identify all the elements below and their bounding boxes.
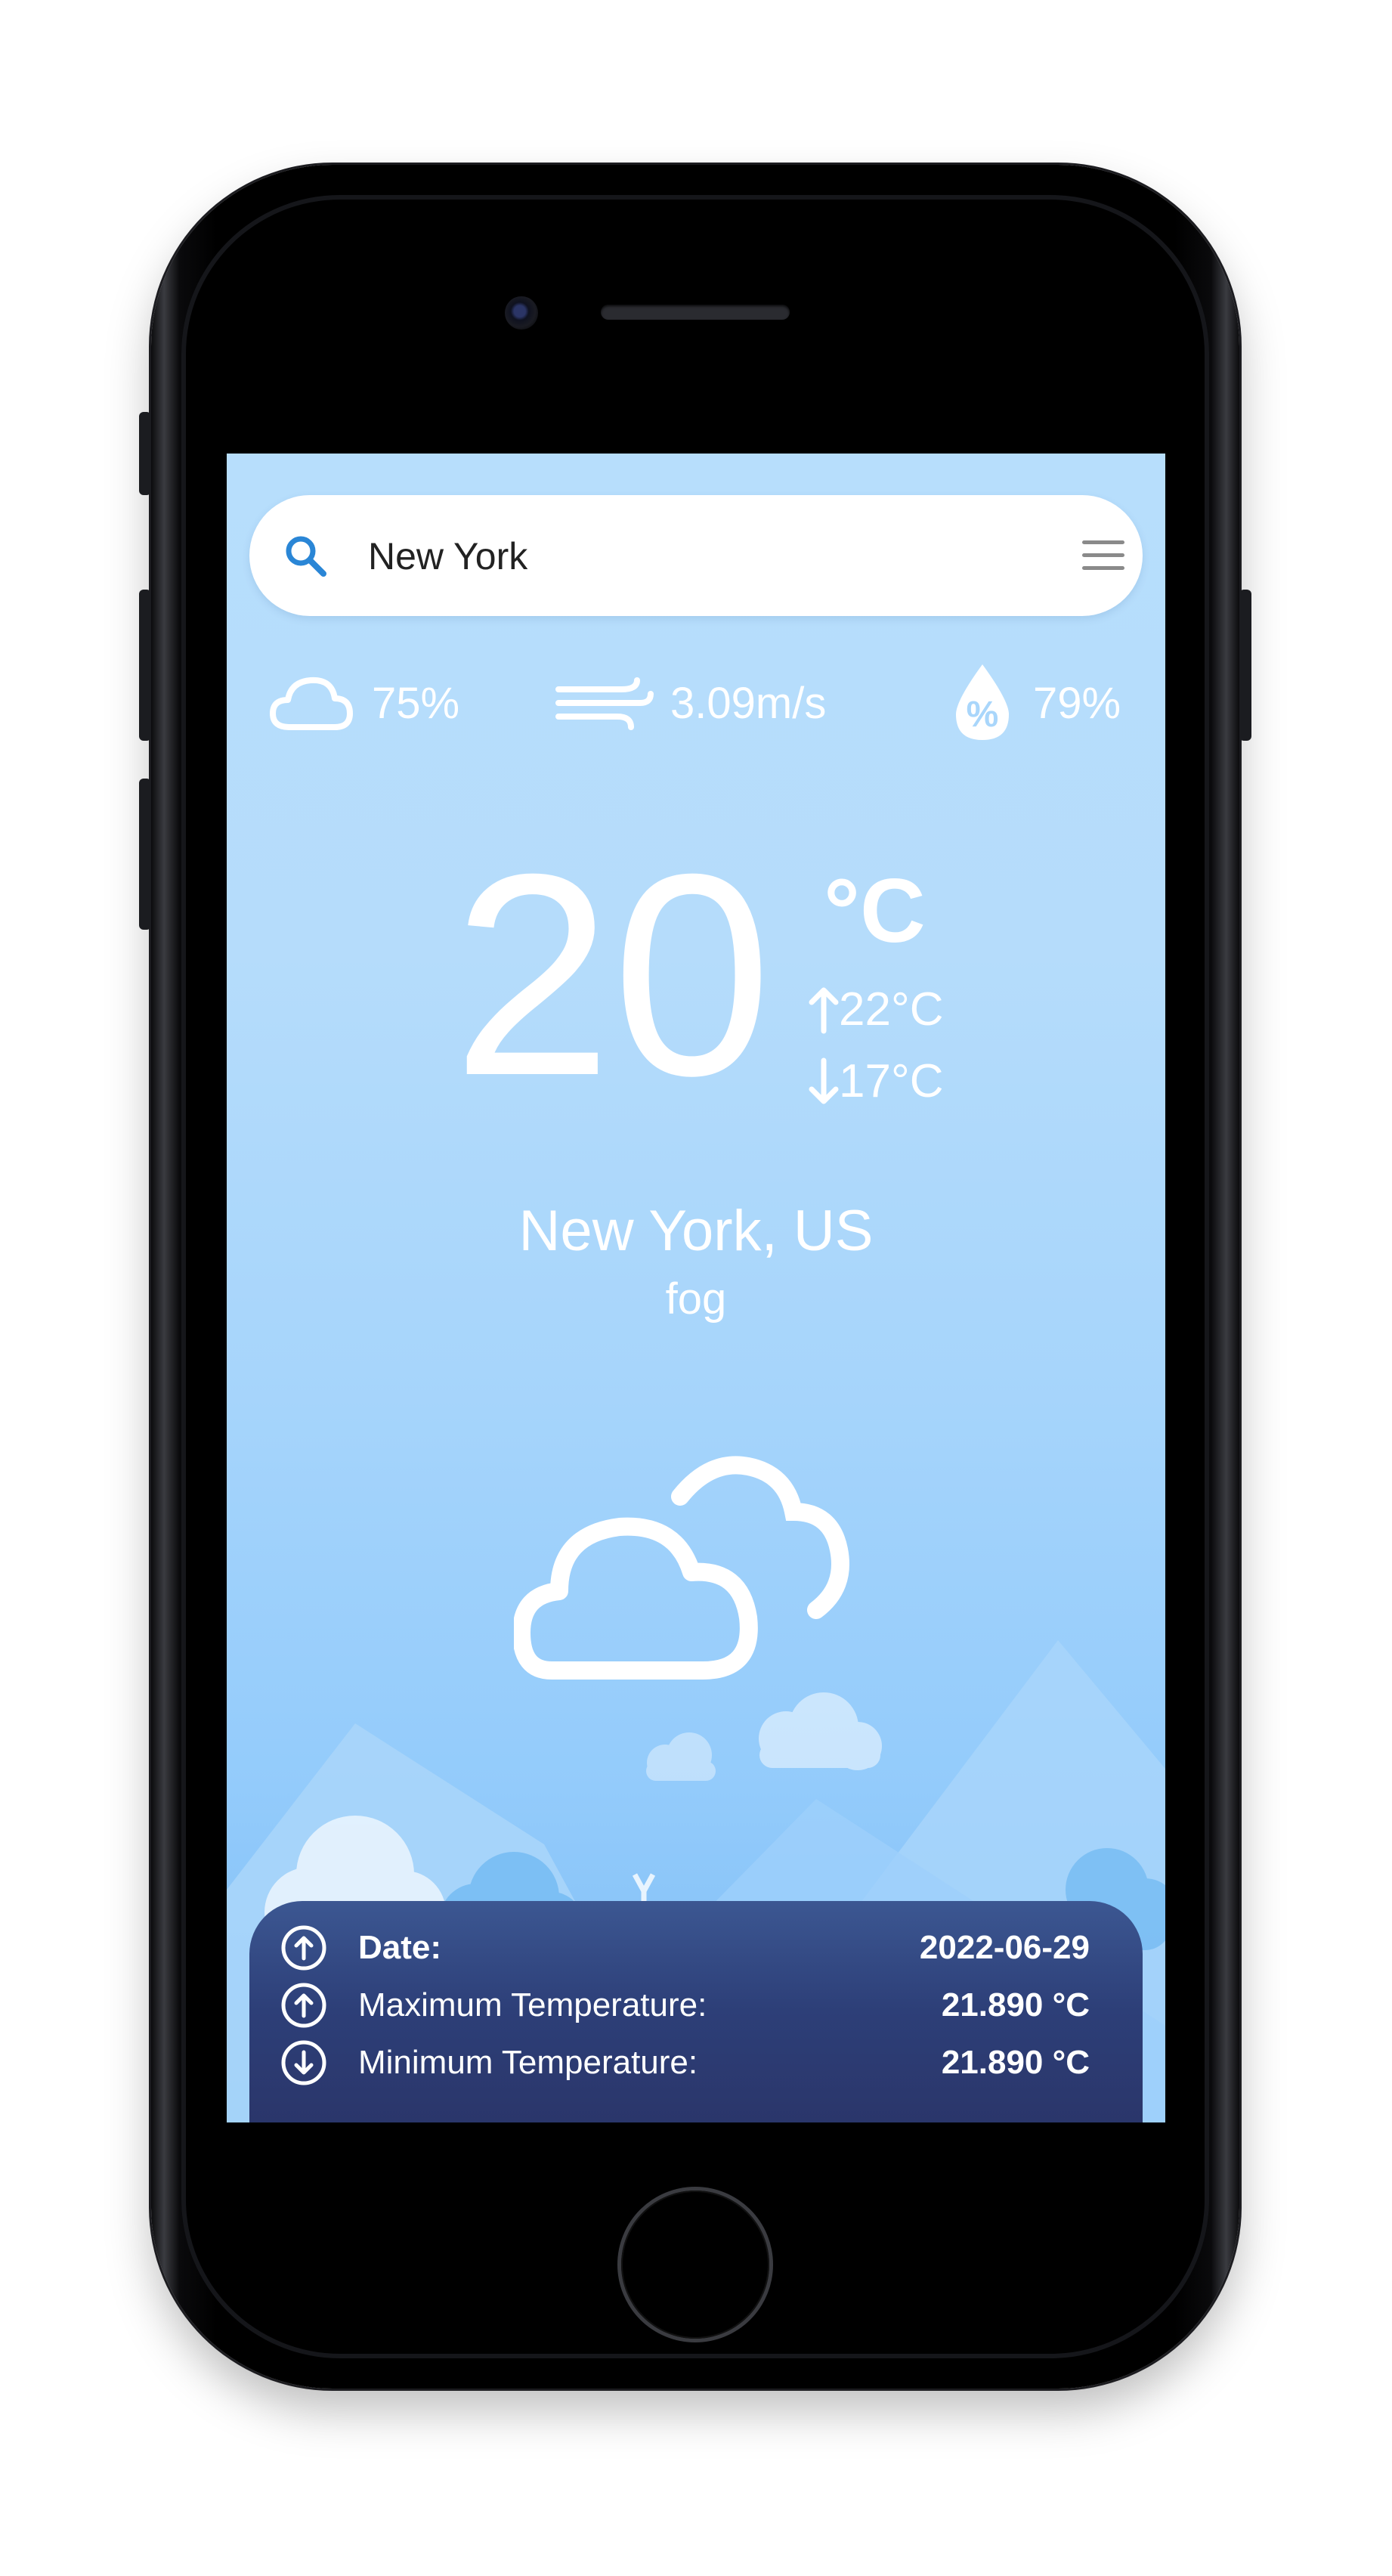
arrow-up-circle-icon [281,1925,326,1971]
detail-value-min-temp: 21.890 °C [941,2044,1090,2081]
current-temperature: 20 [452,814,772,1135]
detail-label-max-temp: Maximum Temperature: [358,1986,707,2023]
volume-down-button [139,779,151,930]
svg-text:%: % [967,695,999,735]
temperature-max: 22°C [809,983,944,1036]
temperature-unit: °C [824,860,926,961]
small-cloud-1 [759,1692,882,1770]
search-bar [249,495,1143,616]
temperature-max-value: 22°C [839,983,944,1036]
arrow-up-icon [809,987,839,1033]
humidity-drop-icon: % [956,664,1009,740]
wind-stat: 3.09m/s [555,661,826,745]
partly-cloudy-icon [514,1456,849,1680]
location-name: New York, US [518,1199,874,1263]
mute-switch [139,412,151,495]
detail-row-date: Date: 2022-06-29 [249,1921,1143,1975]
detail-row-max-temp: Maximum Temperature: 21.890 °C [249,1978,1143,2033]
weather-app-screen: 75% 3.09m/s % 79% 20 °C 22°C [227,454,1165,2122]
arrow-down-circle-icon [281,2040,326,2085]
volume-up-button [139,590,151,741]
arrow-up-circle-icon [281,1983,326,2028]
cloudiness-stat: 75% [268,661,459,745]
humidity-stat: % 79% [948,661,1121,745]
wind-icon [555,677,654,730]
weather-description: fog [665,1274,727,1324]
cloud-icon [270,677,353,730]
temperature-min: 17°C [809,1054,944,1108]
detail-value-max-temp: 21.890 °C [941,1986,1090,2023]
power-button [1239,590,1251,741]
detail-value-date: 2022-06-29 [919,1929,1090,1966]
device-mockup: 75% 3.09m/s % 79% 20 °C 22°C [0,0,1392,2576]
detail-label-date: Date: [358,1929,442,1966]
front-camera [505,296,538,330]
search-input[interactable] [367,524,974,589]
details-panel: Date: 2022-06-29 Maximum Temperature: 21… [249,1901,1143,2122]
cloudiness-value: 75% [372,678,460,728]
detail-row-min-temp: Minimum Temperature: 21.890 °C [249,2036,1143,2090]
humidity-value: 79% [1033,678,1121,728]
small-cloud-2 [646,1732,716,1781]
temperature-min-value: 17°C [839,1055,944,1107]
earpiece-speaker [601,305,790,320]
detail-label-min-temp: Minimum Temperature: [358,2044,698,2081]
wind-speed-value: 3.09m/s [670,678,827,728]
menu-icon[interactable] [1081,539,1126,572]
bird-shape [632,1873,656,1903]
home-button[interactable] [621,2191,769,2339]
arrow-down-icon [809,1057,839,1104]
search-icon[interactable] [283,533,328,578]
